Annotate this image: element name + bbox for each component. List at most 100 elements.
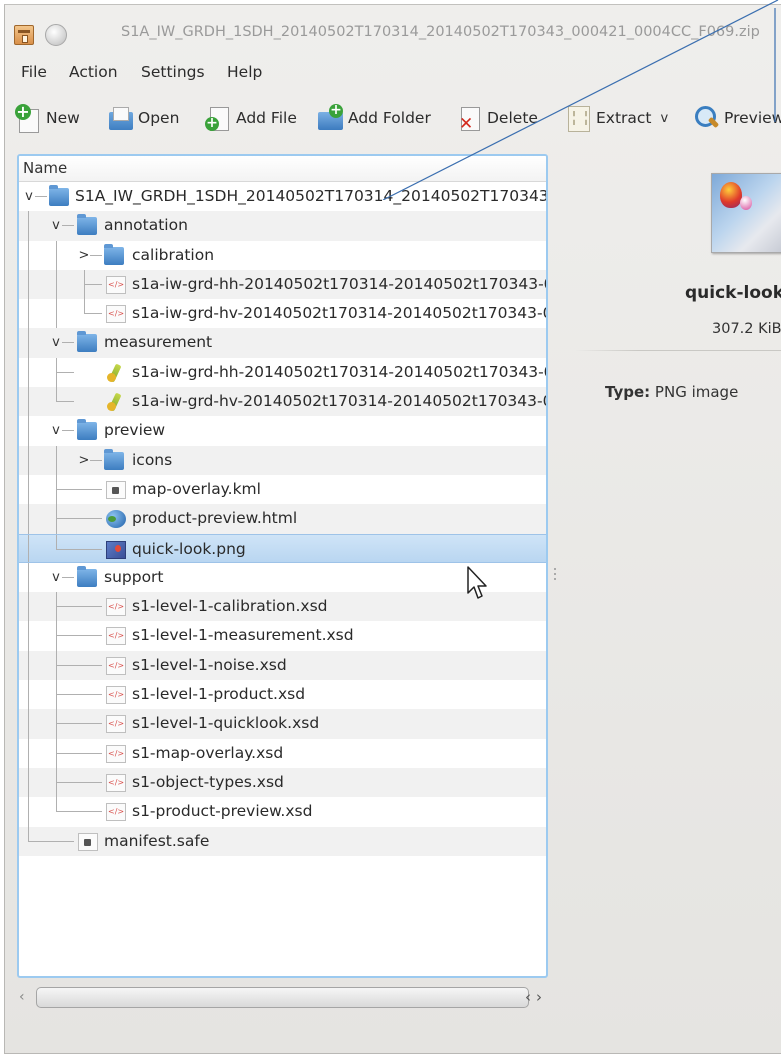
tree-item-label: manifest.safe (104, 831, 210, 850)
add-folder-button[interactable]: Add Folder (317, 101, 431, 135)
archive-app-icon[interactable] (14, 25, 34, 45)
tree-line (56, 401, 74, 403)
delete-button-label: Delete (487, 109, 538, 127)
tree-row-xsd-object-types[interactable]: s1-object-types.xsd (19, 767, 546, 798)
tree-line (28, 504, 29, 534)
tree-row-xsd-product[interactable]: s1-level-1-product.xsd (19, 680, 546, 710)
xml-file-icon (106, 715, 126, 734)
tree-row-measurement-hv[interactable]: s1a-iw-grd-hv-20140502t170314-20140502t1… (19, 387, 546, 417)
tree-row-xsd-noise[interactable]: s1-level-1-noise.xsd (19, 650, 546, 681)
menu-help[interactable]: Help (227, 63, 262, 81)
tree-row-xsd-quicklook[interactable]: s1-level-1-quicklook.xsd (19, 709, 546, 739)
add-folder-icon (317, 104, 343, 132)
tree-row-preview[interactable]: v preview (19, 416, 546, 446)
tree-row-map-overlay[interactable]: map-overlay.kml (19, 474, 546, 505)
tree-rows: v S1A_IW_GRDH_1SDH_20140502T170314_20140… (19, 182, 546, 856)
new-button[interactable]: New (15, 101, 80, 135)
balloon-graphic (740, 196, 752, 210)
tree-line (56, 488, 102, 490)
tree-row-measurement-hh[interactable]: s1a-iw-grd-hh-20140502t170314-20140502t1… (19, 357, 546, 388)
folder-icon (77, 565, 97, 587)
xml-file-icon (106, 803, 126, 822)
window-title: S1A_IW_GRDH_1SDH_20140502T170314_2014050… (121, 24, 760, 40)
tree-line (28, 211, 29, 241)
tree-line (28, 240, 29, 270)
title-bar[interactable]: S1A_IW_GRDH_1SDH_20140502T170314_2014050… (5, 5, 781, 55)
xml-file-icon (106, 656, 126, 675)
expander-expanded-icon[interactable]: v (50, 416, 62, 445)
tree-row-product-preview[interactable]: product-preview.html (19, 504, 546, 534)
preview-button-label: Preview (724, 109, 781, 127)
tree-row-root[interactable]: v S1A_IW_GRDH_1SDH_20140502T170314_20140… (19, 182, 546, 211)
tree-row-annotation-hv[interactable]: s1a-iw-grd-hv-20140502t170314-20140502t1… (19, 299, 546, 329)
tree-line (28, 840, 74, 842)
tree-item-label: s1-level-1-measurement.xsd (132, 626, 354, 645)
xml-file-icon (106, 305, 126, 324)
xml-file-icon (106, 598, 126, 617)
tree-row-xsd-measurement[interactable]: s1-level-1-measurement.xsd (19, 621, 546, 651)
tree-item-label: preview (104, 421, 166, 440)
menu-action[interactable]: Action (69, 63, 118, 81)
xml-file-icon (106, 773, 126, 792)
open-button[interactable]: Open (107, 101, 179, 135)
tree-line (56, 811, 102, 813)
tree-line (28, 709, 29, 739)
tree-line (62, 225, 74, 227)
tree-line (28, 738, 29, 768)
tree-item-label: calibration (132, 245, 215, 264)
png-image-icon (106, 540, 126, 559)
column-header-name[interactable]: Name (19, 156, 546, 182)
tree-row-manifest[interactable]: manifest.safe (19, 826, 546, 856)
add-file-button[interactable]: Add File (205, 101, 297, 135)
tiff-image-icon (105, 393, 125, 412)
tree-row-icons[interactable]: > icons (19, 445, 546, 475)
folder-icon (77, 331, 97, 353)
tree-row-xsd-map-overlay[interactable]: s1-map-overlay.xsd (19, 738, 546, 768)
tree-line (56, 548, 102, 550)
tree-row-annotation[interactable]: v annotation (19, 211, 546, 241)
preview-button[interactable]: Preview (693, 101, 781, 135)
tree-line (62, 342, 74, 344)
tree-item-label: s1a-iw-grd-hh-20140502t170314-20140502t1… (132, 274, 546, 293)
menu-settings[interactable]: Settings (141, 63, 205, 81)
tree-row-quick-look[interactable]: quick-look.png (19, 533, 546, 563)
folder-icon (49, 185, 69, 206)
tree-line (28, 797, 29, 827)
expander-expanded-icon[interactable]: v (50, 328, 62, 357)
xml-file-icon (106, 627, 126, 646)
tree-row-annotation-hh[interactable]: s1a-iw-grd-hh-20140502t170314-20140502t1… (19, 269, 546, 300)
open-button-label: Open (138, 109, 180, 127)
tree-row-calibration[interactable]: > calibration (19, 240, 546, 270)
tree-line (56, 240, 57, 270)
tree-item-label: s1-level-1-quicklook.xsd (132, 714, 320, 733)
archive-window: S1A_IW_GRDH_1SDH_20140502T170314_2014050… (4, 4, 781, 1054)
tree-line (56, 797, 57, 813)
safe-file-icon (78, 832, 98, 851)
extract-button[interactable]: Extract v (565, 101, 668, 135)
expander-collapsed-icon[interactable]: > (78, 241, 90, 270)
window-menu-button[interactable] (45, 24, 67, 46)
tree-row-xsd-product-preview[interactable]: s1-product-preview.xsd (19, 797, 546, 827)
scroll-left-icon[interactable]: ‹ (19, 989, 25, 1005)
expander-expanded-icon[interactable]: v (23, 182, 35, 211)
tree-item-label: s1-product-preview.xsd (132, 802, 313, 821)
scroll-arrows-icon[interactable]: ‹› (525, 988, 547, 1006)
horizontal-scrollbar[interactable]: ‹ ‹› (19, 985, 549, 1011)
tree-row-measurement[interactable]: v measurement (19, 328, 546, 358)
html-globe-icon (106, 510, 126, 529)
scrollbar-thumb[interactable] (36, 987, 529, 1008)
expander-collapsed-icon[interactable]: > (78, 446, 90, 475)
delete-button[interactable]: Delete (456, 101, 538, 135)
tree-line (35, 196, 47, 197)
chevron-down-icon[interactable]: v (661, 111, 669, 126)
tree-item-label: S1A_IW_GRDH_1SDH_20140502T170314_2014050… (75, 187, 546, 205)
tree-line (28, 299, 29, 329)
tree-line (84, 283, 102, 285)
expander-expanded-icon[interactable]: v (50, 563, 62, 592)
tree-line (28, 767, 29, 798)
expander-expanded-icon[interactable]: v (50, 211, 62, 240)
new-button-label: New (46, 109, 80, 127)
tree-line (28, 621, 29, 651)
tree-line (56, 299, 57, 329)
menu-file[interactable]: File (21, 63, 47, 81)
